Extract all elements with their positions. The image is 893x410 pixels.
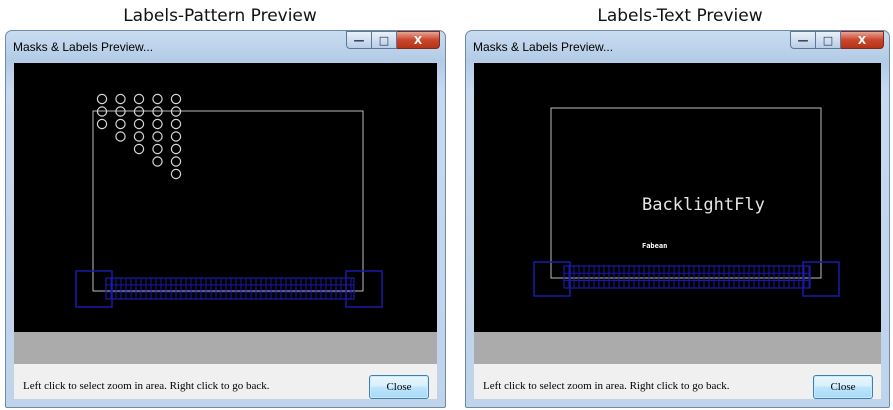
panel-outline	[550, 107, 822, 279]
right-minimize-button[interactable]: —	[790, 31, 816, 49]
pattern-circle	[170, 143, 182, 155]
connector-strip	[105, 277, 355, 300]
maximize-icon: □	[822, 33, 834, 47]
pattern-circle	[170, 93, 182, 105]
pattern-circle	[152, 156, 163, 167]
connector-outline	[563, 265, 811, 289]
label-pattern	[96, 93, 182, 180]
left-close-window-button[interactable]: X	[397, 31, 440, 49]
pattern-circle	[170, 168, 182, 180]
pattern-circle	[133, 143, 145, 155]
pattern-circle	[170, 118, 182, 130]
close-icon: X	[413, 33, 423, 47]
label-backlightfly: BacklightFly	[642, 195, 765, 215]
left-preview-canvas[interactable]	[14, 63, 437, 332]
connector-outline	[105, 277, 355, 300]
right-preview-drawing: BacklightFly Fabean	[533, 107, 840, 297]
left-preview-drawing	[75, 93, 383, 308]
left-minimize-button[interactable]: —	[346, 31, 372, 49]
right-window-controls: — □ X	[790, 31, 884, 50]
left-window-title: Masks & Labels Preview...	[13, 40, 154, 54]
left-close-button[interactable]: Close	[369, 375, 429, 399]
pattern-circle	[115, 131, 126, 142]
pattern-circle	[170, 156, 182, 167]
minimize-icon: —	[797, 33, 809, 47]
pattern-circle	[152, 93, 163, 105]
pattern-circle	[152, 143, 163, 155]
pattern-circle	[115, 118, 126, 130]
right-client-area: BacklightFly Fabean Left click to select…	[474, 63, 881, 399]
right-gray-band	[474, 332, 881, 364]
right-close-window-button[interactable]: X	[841, 31, 884, 49]
pattern-circle	[96, 118, 108, 130]
right-close-label: Close	[830, 381, 856, 393]
left-client-area: Left click to select zoom in area. Right…	[14, 63, 437, 399]
caption-labels-text: Labels-Text Preview	[597, 6, 763, 26]
minimize-icon: —	[353, 33, 365, 47]
right-preview-canvas[interactable]: BacklightFly Fabean	[474, 63, 881, 332]
right-title-bar[interactable]: Masks & Labels Preview... — □ X	[466, 31, 889, 63]
pattern-circle	[170, 131, 182, 142]
panel-outline	[92, 110, 364, 292]
pattern-circle	[133, 93, 145, 105]
left-window-controls: — □ X	[346, 31, 440, 50]
left-maximize-button[interactable]: □	[372, 31, 397, 49]
right-window-title: Masks & Labels Preview...	[473, 40, 614, 54]
connector-strip	[563, 265, 811, 289]
pattern-circle	[133, 118, 145, 130]
pattern-circle	[115, 93, 126, 105]
right-maximize-button[interactable]: □	[816, 31, 841, 49]
close-icon: X	[857, 33, 867, 47]
right-preview-window: Masks & Labels Preview... — □ X Backligh…	[465, 30, 890, 408]
left-title-bar[interactable]: Masks & Labels Preview... — □ X	[6, 31, 445, 63]
label-small: Fabean	[642, 242, 667, 250]
pattern-circle	[152, 131, 163, 142]
right-close-button[interactable]: Close	[813, 375, 873, 399]
caption-labels-pattern: Labels-Pattern Preview	[123, 6, 317, 26]
pattern-circle	[133, 131, 145, 142]
pattern-circle	[96, 93, 108, 105]
maximize-icon: □	[378, 33, 390, 47]
left-gray-band	[14, 332, 437, 364]
left-preview-window: Masks & Labels Preview... — □ X Left cli…	[5, 30, 446, 408]
left-status-text: Left click to select zoom in area. Right…	[23, 380, 270, 392]
pattern-circle	[152, 118, 163, 130]
right-status-text: Left click to select zoom in area. Right…	[483, 380, 730, 392]
left-close-label: Close	[386, 381, 412, 393]
